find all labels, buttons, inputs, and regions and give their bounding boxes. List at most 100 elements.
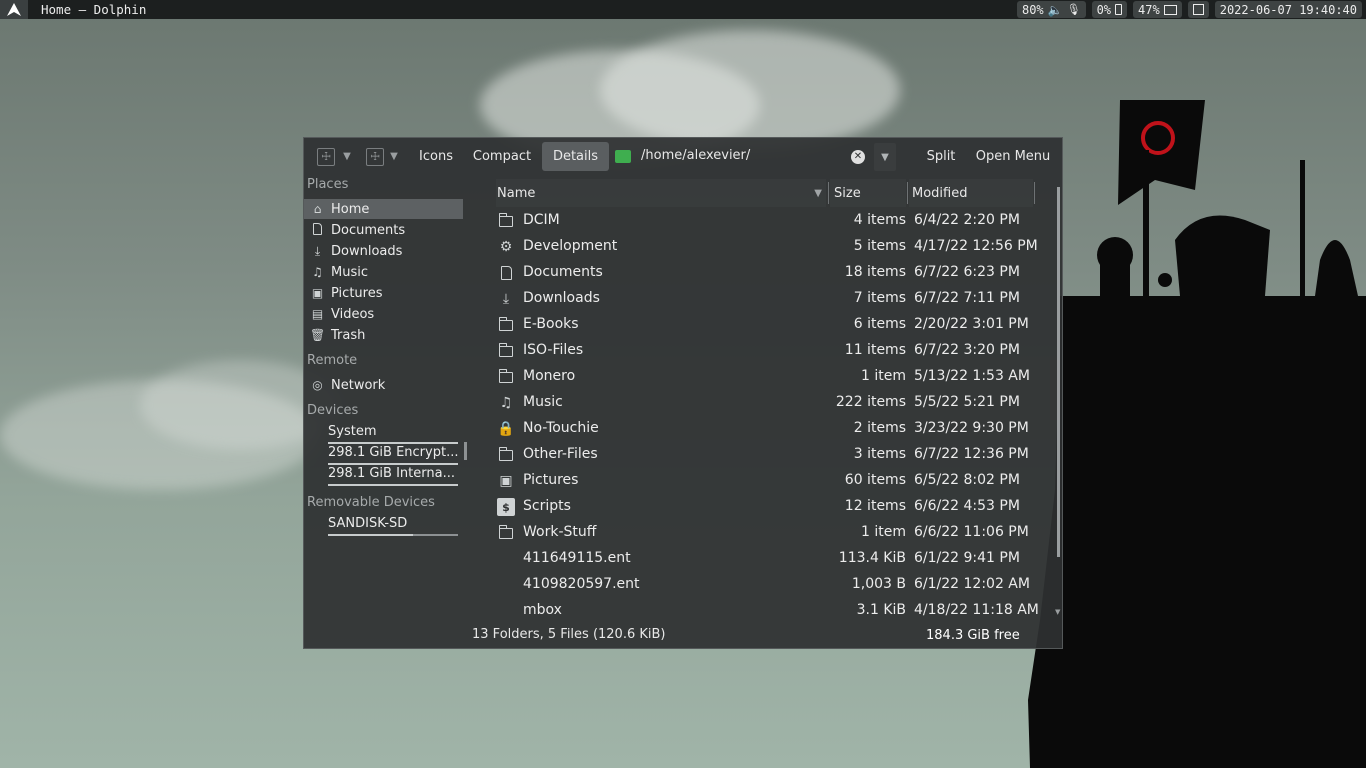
file-size: 3.1 KiB <box>856 602 906 618</box>
system-tray: 80% 🔈 🎙 0% 47% 2022-06-07 19:40:40 <box>1016 1 1362 18</box>
device-usage-fill <box>328 463 458 465</box>
file-size: 113.4 KiB <box>838 550 906 566</box>
back-button[interactable]: ☩ ▼ <box>312 142 356 171</box>
file-modified: 6/6/22 4:53 PM <box>914 498 1020 514</box>
file-list-view: Name ▼ Size Modified DCIM 4 items 6/4/22 2… <box>472 176 1062 624</box>
clear-location-icon[interactable]: ✕ <box>851 150 865 164</box>
file-name: mbox <box>523 602 562 618</box>
file-modified: 6/7/22 6:23 PM <box>914 264 1020 280</box>
open-menu-button[interactable]: Open Menu <box>970 142 1056 171</box>
document-icon <box>497 264 515 282</box>
file-modified: 5/13/22 1:53 AM <box>914 368 1030 384</box>
table-row[interactable]: 🔒 No-Touchie 2 items 3/23/22 9:30 PM <box>472 416 1058 442</box>
file-modified: 5/5/22 5:21 PM <box>914 394 1020 410</box>
table-row[interactable]: 411649115.ent 113.4 KiB 6/1/22 9:41 PM <box>472 546 1058 572</box>
file-modified: 6/4/22 2:20 PM <box>914 212 1020 228</box>
column-separator[interactable] <box>828 182 829 204</box>
sidebar-item-documents[interactable]: Documents <box>304 220 463 240</box>
location-bar-path[interactable]: /home/alexevier/ <box>641 148 750 163</box>
file-size: 11 items <box>844 342 906 358</box>
device-encrypted-volume[interactable]: 298.1 GiB Encrypt... <box>328 445 460 465</box>
music-icon: ♫ <box>499 395 513 411</box>
forward-button[interactable]: ☩ ▼ <box>362 142 402 171</box>
file-icon <box>497 576 515 594</box>
volume-indicator[interactable]: 80% 🔈 🎙 <box>1016 1 1086 18</box>
sidebar-item-music[interactable]: ♫ Music <box>304 262 463 282</box>
table-row[interactable]: ISO-Files 11 items 6/7/22 3:20 PM <box>472 338 1058 364</box>
places-header: Places <box>307 177 349 192</box>
table-row[interactable]: ⤓ Downloads 7 items 6/7/22 7:11 PM <box>472 286 1058 312</box>
column-header-modified[interactable]: Modified <box>909 179 1033 207</box>
file-icon <box>497 602 515 620</box>
column-separator[interactable] <box>907 182 908 204</box>
file-size: 12 items <box>844 498 906 514</box>
dolphin-window: ☩ ▼ ☩ ▼ Icons Compact Details /home/alex… <box>303 137 1063 649</box>
status-summary: 13 Folders, 5 Files (120.6 KiB) <box>472 627 666 642</box>
sidebar-item-label: Pictures <box>331 285 383 301</box>
file-modified: 6/7/22 7:11 PM <box>914 290 1020 306</box>
sidebar-item-label: Music <box>331 264 368 280</box>
table-row[interactable]: ▣ Pictures 60 items 6/5/22 8:02 PM <box>472 468 1058 494</box>
network-indicator[interactable] <box>1187 1 1209 18</box>
app-launcher-button[interactable] <box>0 0 28 19</box>
forward-menu-arrow-icon: ▼ <box>390 151 398 162</box>
free-space-indicator[interactable]: 184.3 GiB free <box>926 628 1020 643</box>
sidebar-item-label: Videos <box>331 306 375 322</box>
active-window-title: Home — Dolphin <box>41 2 147 17</box>
sidebar-item-videos[interactable]: ▤ Videos <box>304 304 463 324</box>
table-row[interactable]: Other-Files 3 items 6/7/22 12:36 PM <box>472 442 1058 468</box>
device-label: 298.1 GiB Interna... <box>328 466 455 481</box>
column-header-size[interactable]: Size <box>830 179 906 207</box>
view-details-button[interactable]: Details <box>542 142 609 171</box>
file-modified: 6/5/22 8:02 PM <box>914 472 1020 488</box>
lock-icon: 🔒 <box>497 421 515 437</box>
table-row[interactable]: Monero 1 item 5/13/22 1:53 AM <box>472 364 1058 390</box>
split-view-button[interactable]: Split <box>918 142 964 171</box>
file-name: Scripts <box>523 498 571 514</box>
sidebar-item-trash[interactable]: 🗑 Trash <box>304 325 463 345</box>
view-compact-button[interactable]: Compact <box>466 142 538 171</box>
battery-level: 47% <box>1138 2 1160 17</box>
sidebar-item-pictures[interactable]: ▣ Pictures <box>304 283 463 303</box>
table-row[interactable]: ♫ Music 222 items 5/5/22 5:21 PM <box>472 390 1058 416</box>
file-list-scrollbar[interactable] <box>1057 187 1060 557</box>
view-icons-button[interactable]: Icons <box>412 142 460 171</box>
folder-icon <box>497 212 515 230</box>
table-row[interactable]: Work-Stuff 1 item 6/6/22 11:06 PM <box>472 520 1058 546</box>
brightness-indicator[interactable]: 0% <box>1091 1 1128 18</box>
sidebar-item-downloads[interactable]: ⤓ Downloads <box>304 241 463 261</box>
table-row[interactable]: ⚙ Development 5 items 4/17/22 12:56 PM <box>472 234 1058 260</box>
table-row[interactable]: DCIM 4 items 6/4/22 2:20 PM <box>472 208 1058 234</box>
clock[interactable]: 2022-06-07 19:40:40 <box>1214 1 1362 18</box>
sidebar-item-network[interactable]: ◎ Network <box>304 375 463 395</box>
column-separator[interactable] <box>1034 182 1035 204</box>
file-size: 2 items <box>853 420 906 436</box>
table-row[interactable]: mbox 3.1 KiB 4/18/22 11:18 AM <box>472 598 1058 624</box>
file-name: E-Books <box>523 316 579 332</box>
device-sandisk-sd[interactable]: SANDISK-SD <box>328 516 460 536</box>
sort-descending-icon: ▼ <box>814 187 822 199</box>
file-name: Work-Stuff <box>523 524 597 540</box>
device-internal-volume[interactable]: 298.1 GiB Interna... <box>328 466 460 486</box>
sidebar-item-home[interactable]: ⌂ Home <box>304 199 463 219</box>
table-row[interactable]: 4109820597.ent 1,003 B 6/1/22 12:02 AM <box>472 572 1058 598</box>
table-row[interactable]: Documents 18 items 6/7/22 6:23 PM <box>472 260 1058 286</box>
file-modified: 3/23/22 9:30 PM <box>914 420 1029 436</box>
scroll-down-arrow-icon[interactable]: ▼ <box>1055 608 1060 616</box>
location-history-dropdown[interactable]: ▼ <box>874 143 896 171</box>
column-header-name[interactable]: Name ▼ <box>496 179 826 207</box>
folder-icon <box>497 316 515 334</box>
battery-indicator[interactable]: 47% <box>1133 1 1182 18</box>
table-row[interactable]: $ Scripts 12 items 6/6/22 4:53 PM <box>472 494 1058 520</box>
device-system[interactable]: System <box>328 424 460 444</box>
file-size: 4 items <box>853 212 906 228</box>
folder-icon <box>497 524 515 542</box>
home-icon: ⌂ <box>313 202 322 216</box>
device-usage-fill <box>328 442 458 444</box>
sidebar-scrollbar[interactable] <box>464 442 467 460</box>
trash-icon: 🗑 <box>310 328 326 342</box>
music-icon: ♫ <box>312 265 323 279</box>
file-modified: 4/18/22 11:18 AM <box>914 602 1039 618</box>
table-row[interactable]: E-Books 6 items 2/20/22 3:01 PM <box>472 312 1058 338</box>
remote-header: Remote <box>307 353 358 368</box>
